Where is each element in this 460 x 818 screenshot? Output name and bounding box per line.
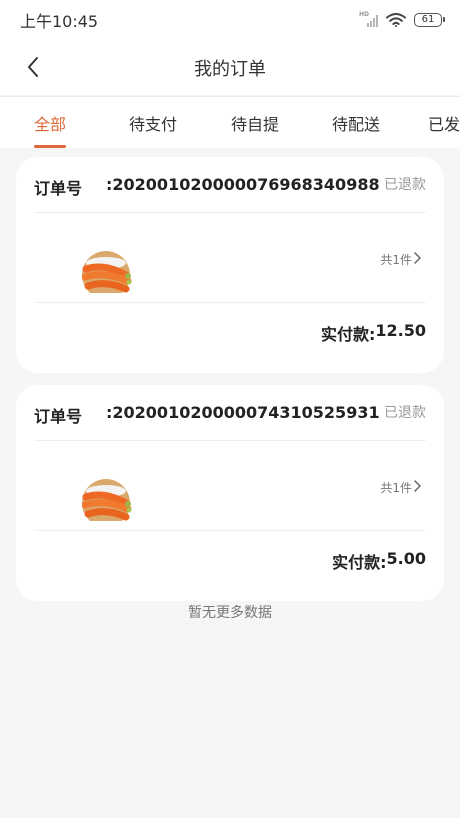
carrot-image bbox=[82, 249, 134, 293]
goods-count: 共1件 bbox=[380, 253, 412, 267]
order-total: 实付款: 5.00 bbox=[332, 549, 426, 573]
order-status: 已退款 bbox=[384, 177, 426, 193]
tab-pending-payment[interactable]: 待支付 bbox=[103, 97, 203, 148]
total-label: 实付款: bbox=[332, 553, 387, 572]
page-title: 我的订单 bbox=[194, 58, 266, 80]
order-number: :202001020000074310525931 bbox=[106, 403, 380, 422]
battery-level: 61 bbox=[421, 14, 435, 25]
order-header: 订单号 :202001020000074310525931 已退款 bbox=[34, 385, 426, 441]
total-amount: 12.50 bbox=[375, 321, 426, 340]
order-status: 已退款 bbox=[384, 405, 426, 421]
chevron-left-icon bbox=[28, 57, 38, 77]
no-more-data-text: 暂无更多数据 bbox=[188, 605, 272, 621]
active-tab-indicator bbox=[34, 145, 66, 148]
carrot-image bbox=[82, 477, 134, 521]
order-number-label: 订单号 bbox=[34, 179, 83, 198]
status-bar: 上午10:45 HD 61 bbox=[0, 0, 460, 40]
goods-count: 共1件 bbox=[380, 481, 412, 495]
order-header: 订单号 :202001020000076968340988 已退款 bbox=[34, 157, 426, 213]
chevron-right-icon bbox=[414, 252, 421, 264]
wifi-icon bbox=[386, 13, 406, 27]
back-button[interactable] bbox=[16, 50, 50, 84]
order-total: 实付款: 12.50 bbox=[321, 321, 426, 345]
signal-icon: HD bbox=[359, 11, 378, 27]
tab-shipped[interactable]: 已发 bbox=[428, 97, 460, 148]
chevron-right-icon bbox=[414, 480, 421, 492]
network-badge: HD bbox=[359, 11, 370, 18]
tab-pending-pickup[interactable]: 待自提 bbox=[205, 97, 305, 148]
order-tab-bar: 全部 待支付 待自提 待配送 已发 bbox=[0, 96, 460, 148]
order-number-label: 订单号 bbox=[34, 407, 83, 426]
total-label: 实付款: bbox=[320, 325, 376, 344]
order-goods-row[interactable]: 共1件 bbox=[34, 441, 426, 531]
order-goods-row[interactable]: 共1件 bbox=[34, 213, 426, 303]
status-icons: HD 61 bbox=[359, 11, 445, 27]
tab-all[interactable]: 全部 bbox=[0, 97, 100, 148]
nav-bar: 我的订单 bbox=[0, 40, 460, 95]
battery-icon: 61 bbox=[414, 13, 445, 27]
tab-pending-delivery[interactable]: 待配送 bbox=[306, 97, 406, 148]
order-card[interactable]: 订单号 :202001020000074310525931 已退款 共1件 实付… bbox=[16, 385, 444, 601]
order-number: :202001020000076968340988 bbox=[106, 175, 380, 194]
order-card[interactable]: 订单号 :202001020000076968340988 已退款 共1件 实付… bbox=[16, 157, 444, 373]
status-time: 上午10:45 bbox=[20, 12, 99, 31]
total-amount: 5.00 bbox=[386, 549, 426, 568]
